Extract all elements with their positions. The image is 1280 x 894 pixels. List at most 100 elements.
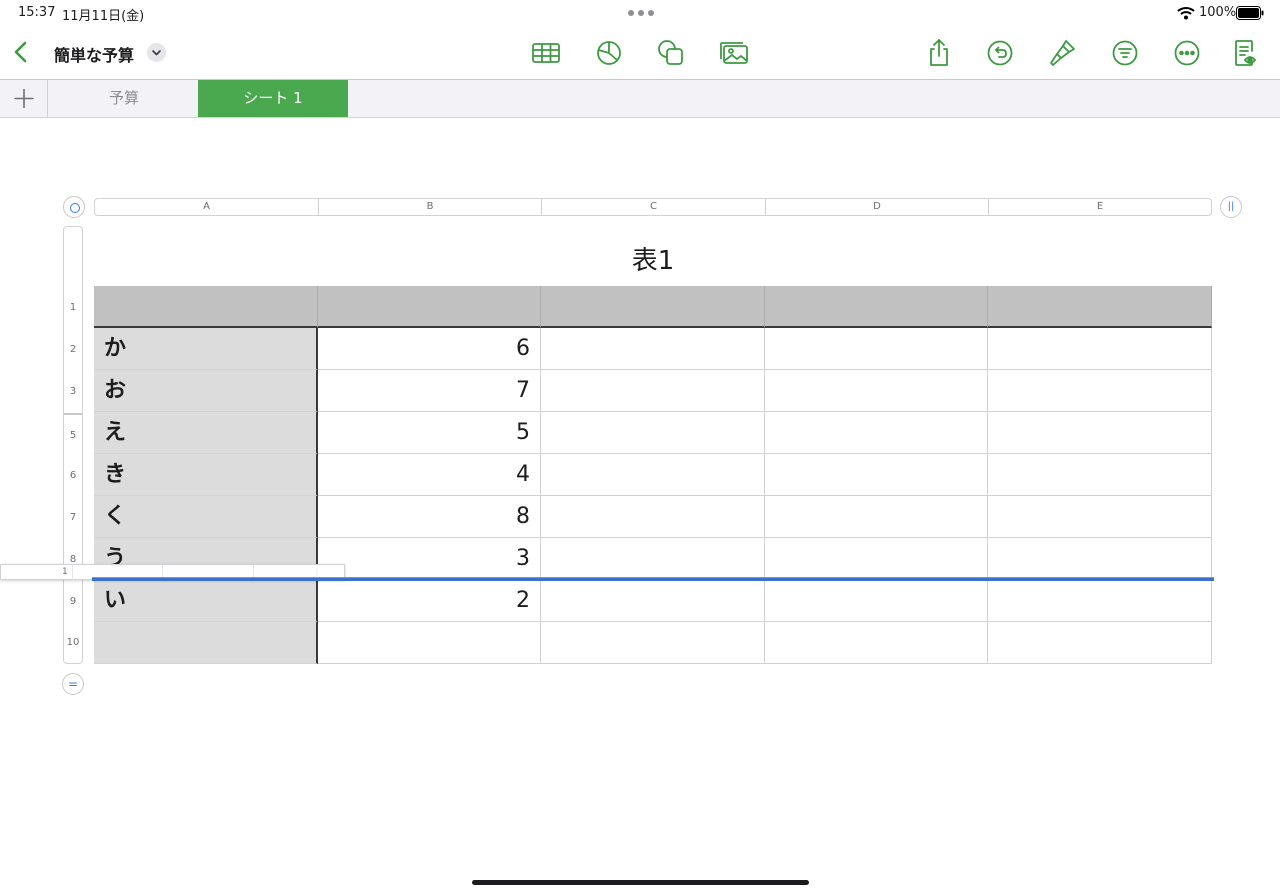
- back-button[interactable]: [8, 38, 34, 66]
- table-title[interactable]: 表1: [94, 240, 1212, 277]
- home-indicator[interactable]: [472, 880, 809, 885]
- row-header[interactable]: 6: [64, 455, 82, 497]
- share-icon[interactable]: [924, 38, 954, 68]
- row-header[interactable]: 1: [64, 287, 82, 329]
- table-cell[interactable]: [94, 622, 318, 664]
- table-cell[interactable]: [541, 580, 765, 622]
- table-cell[interactable]: [988, 496, 1212, 538]
- add-column-handle[interactable]: ||: [1220, 196, 1242, 218]
- column-header-a[interactable]: A: [95, 199, 319, 215]
- table-row: き 4: [94, 454, 1212, 496]
- add-row-handle[interactable]: =: [62, 673, 84, 695]
- table-cell[interactable]: [765, 412, 988, 454]
- table-cell[interactable]: [988, 286, 1212, 328]
- battery-icon: [1236, 6, 1264, 20]
- column-header-b[interactable]: B: [319, 199, 542, 215]
- undo-icon[interactable]: [985, 38, 1015, 68]
- table-cell[interactable]: [765, 622, 988, 664]
- toolbar: 簡単な予算: [0, 26, 1280, 80]
- table-row: え 5: [94, 412, 1212, 454]
- table-cell[interactable]: 2: [318, 580, 541, 622]
- table-cell[interactable]: [541, 454, 765, 496]
- table-cell[interactable]: [765, 286, 988, 328]
- row-header[interactable]: 3: [64, 371, 82, 413]
- table-cell[interactable]: [988, 538, 1212, 580]
- tab-budget[interactable]: 予算: [49, 80, 199, 117]
- sheet-tab-bar: 予算 シート 1: [0, 80, 1280, 118]
- table-cell[interactable]: [541, 328, 765, 370]
- table-cell[interactable]: [765, 370, 988, 412]
- table-cell[interactable]: [541, 370, 765, 412]
- table-select-handle[interactable]: [63, 196, 85, 218]
- column-header-c[interactable]: C: [542, 199, 766, 215]
- table-cell[interactable]: 5: [318, 412, 541, 454]
- table-cell[interactable]: [541, 496, 765, 538]
- table-cell[interactable]: 3: [318, 538, 541, 580]
- shape-icon[interactable]: [656, 38, 686, 68]
- add-sheet-button[interactable]: [0, 80, 48, 117]
- row-header-bar: 1 2 3 5 6 7 8 9 10: [63, 226, 83, 664]
- table-cell[interactable]: [765, 496, 988, 538]
- status-bar: 15:37 11月11日(金) 100%: [0, 0, 1280, 26]
- table-cell[interactable]: か: [94, 328, 318, 370]
- organize-icon[interactable]: [1110, 38, 1140, 68]
- table-cell[interactable]: [988, 412, 1212, 454]
- table-cell[interactable]: 6: [318, 328, 541, 370]
- table-cell[interactable]: [541, 286, 765, 328]
- table-cell[interactable]: [765, 328, 988, 370]
- table-cell[interactable]: [94, 286, 318, 328]
- table-cell[interactable]: く: [94, 496, 318, 538]
- row-header[interactable]: 2: [64, 329, 82, 371]
- table-cell[interactable]: [318, 286, 541, 328]
- table-cell[interactable]: 7: [318, 370, 541, 412]
- chart-icon[interactable]: [594, 38, 624, 68]
- table-cell[interactable]: [765, 538, 988, 580]
- table-cell[interactable]: 8: [318, 496, 541, 538]
- row-header[interactable]: 5: [64, 413, 82, 455]
- row-insertion-indicator: [92, 577, 1214, 581]
- plus-icon: [14, 89, 34, 108]
- table-cell[interactable]: [541, 622, 765, 664]
- media-icon[interactable]: [719, 38, 749, 68]
- table-cell[interactable]: [988, 580, 1212, 622]
- more-icon[interactable]: [1172, 38, 1202, 68]
- column-header-d[interactable]: D: [766, 199, 989, 215]
- battery-percent: 100%: [1199, 5, 1237, 20]
- table-icon[interactable]: [531, 38, 561, 68]
- table-cell[interactable]: [541, 538, 765, 580]
- column-header-e[interactable]: E: [989, 199, 1211, 215]
- table-cell[interactable]: [988, 454, 1212, 496]
- table-cell[interactable]: い: [94, 580, 318, 622]
- table-row: か 6: [94, 328, 1212, 370]
- table-cell[interactable]: [988, 622, 1212, 664]
- table-cell[interactable]: [318, 622, 541, 664]
- tab-sheet-1[interactable]: シート 1: [198, 80, 348, 117]
- title-menu-button[interactable]: [147, 43, 166, 62]
- table-cell[interactable]: [765, 454, 988, 496]
- row-header[interactable]: 7: [64, 497, 82, 539]
- document-title[interactable]: 簡単な予算: [54, 42, 134, 66]
- table-row: お 7: [94, 370, 1212, 412]
- table-cell[interactable]: [541, 412, 765, 454]
- column-header-bar: A B C D E: [94, 198, 1212, 216]
- wifi-icon: [1177, 7, 1195, 20]
- table-cell[interactable]: [988, 370, 1212, 412]
- table-cell[interactable]: [765, 580, 988, 622]
- row-header[interactable]: 10: [64, 623, 82, 663]
- table-row: [94, 286, 1212, 328]
- chevron-down-icon: [152, 50, 161, 56]
- table-cell[interactable]: [988, 328, 1212, 370]
- status-date: 11月11日(金): [62, 9, 145, 24]
- table-row: く 8: [94, 496, 1212, 538]
- multitasking-dots-icon[interactable]: [628, 10, 654, 16]
- status-time: 15:37: [18, 5, 56, 20]
- format-brush-icon[interactable]: [1047, 38, 1077, 68]
- table-cell[interactable]: き: [94, 454, 318, 496]
- chevron-left-icon: [14, 41, 27, 63]
- table-cell[interactable]: え: [94, 412, 318, 454]
- ghost-cell: [1, 565, 73, 579]
- table-cell[interactable]: お: [94, 370, 318, 412]
- table-cell[interactable]: 4: [318, 454, 541, 496]
- reader-view-icon[interactable]: [1232, 38, 1262, 68]
- row-header[interactable]: 9: [64, 581, 82, 623]
